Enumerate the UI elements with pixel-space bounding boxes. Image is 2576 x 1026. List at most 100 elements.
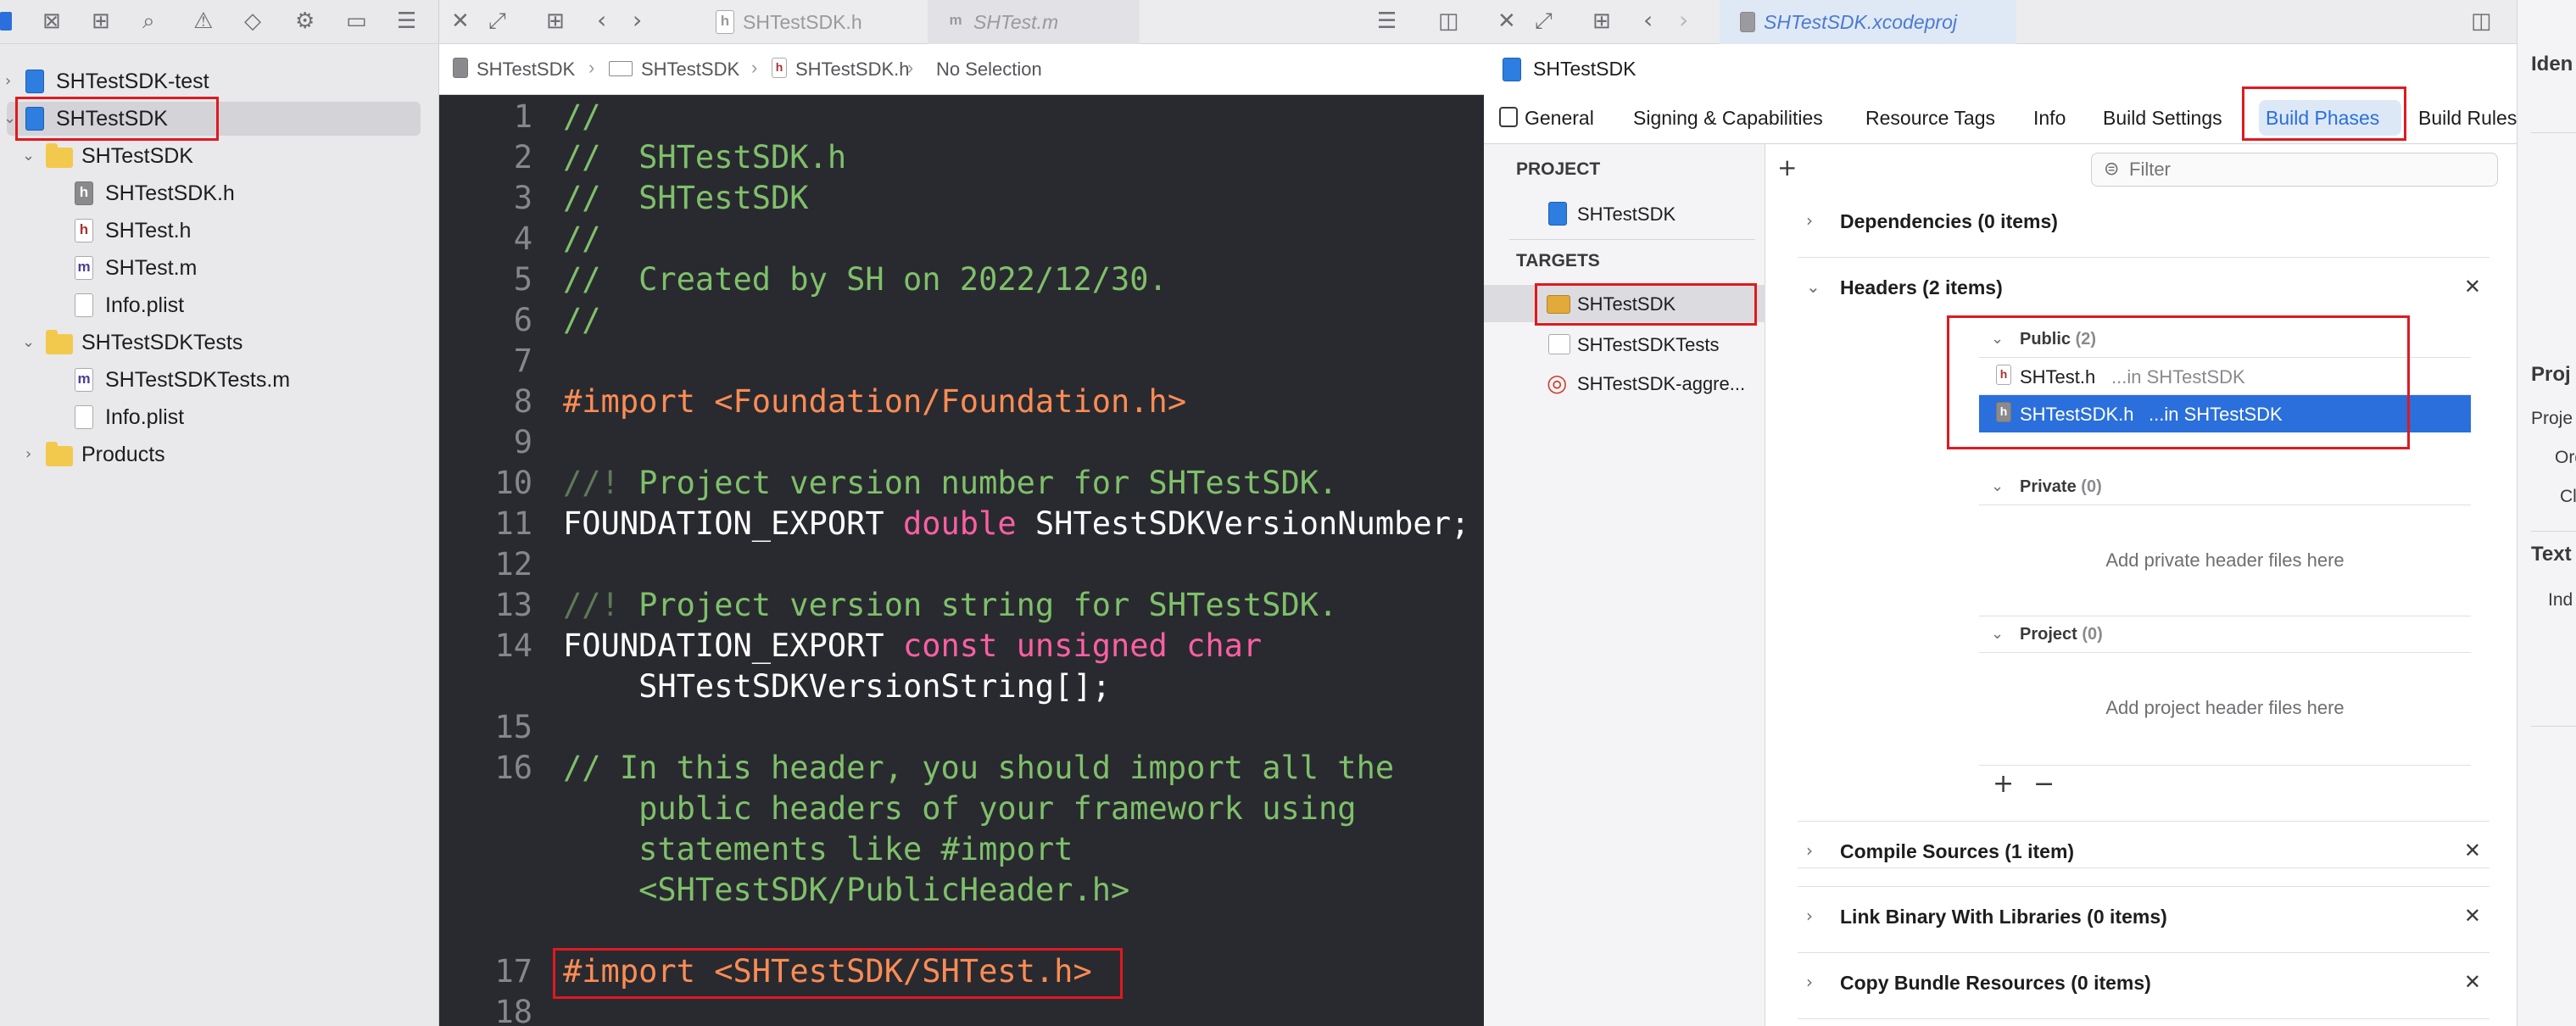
chevron-left-icon[interactable]: ‹ [597,8,606,32]
filter-field[interactable]: ⊜ [2091,153,2498,187]
tab-signing[interactable]: Signing & Capabilities [1633,92,1823,144]
jump-bar-item[interactable]: SHTestSDK.h [795,59,910,81]
code-line: <SHTestSDK/PublicHeader.h> [563,872,1130,908]
chevron-down-icon[interactable]: ⌄ [1806,276,1820,297]
tab-general[interactable]: General [1525,92,1594,144]
split-editor-icon[interactable]: ◫ [2471,10,2492,32]
tab-shtestsdk-h[interactable]: h SHTestSDK.h [716,0,928,44]
source-control-icon[interactable]: ⊠ [42,10,61,32]
search-icon[interactable]: ⌕ [142,10,155,32]
tab-info[interactable]: Info [2033,92,2066,144]
editor-tab-bar: ✕ ⤢ ⊞ ‹ › h SHTestSDK.h m SHTest.m ☰ ◫ [439,0,1484,44]
chevron-down-icon[interactable]: ⌄ [1991,477,2004,495]
phase-compile-sources[interactable]: › Compile Sources (1 item) ✕ [1798,821,2490,887]
add-phase-icon[interactable]: + [1777,156,1797,180]
chevron-down-icon[interactable]: ⌄ [3,109,16,127]
grid-icon[interactable]: ⊞ [1592,10,1611,32]
source-editor[interactable]: 1 2 3 4 5 6 7 8 9 10 11 12 13 14 15 16 1… [439,95,1484,1026]
tree-row-file[interactable]: m SHTest.m [0,251,439,285]
target-item[interactable]: SHTestSDK-aggre... [1577,373,1745,395]
code-token: FOUNDATION_EXPORT [563,627,903,664]
project-icon [1503,58,1521,81]
target-list: PROJECT SHTestSDK TARGETS SHTestSDK SHTe… [1484,144,1765,1026]
inspector-panel: Iden Proj Proje Org Cl Text Ind [2517,0,2576,1026]
tree-row-file[interactable]: Info.plist [0,400,439,434]
split-editor-icon[interactable]: ◫ [1438,10,1459,32]
tab-xcodeproj[interactable]: SHTestSDK.xcodeproj [1720,0,2016,44]
chevron-right-icon[interactable]: › [5,72,11,90]
remove-icon[interactable]: − [2033,772,2055,797]
phase-copy-bundle[interactable]: › Copy Bundle Resources (0 items) ✕ [1798,953,2490,1019]
inspector-label: Ind [2548,590,2573,610]
warning-icon[interactable]: ⚠ [193,10,213,32]
highlight-box [1947,315,2410,449]
chevron-down-icon[interactable]: ⌄ [22,147,35,164]
close-icon[interactable]: ✕ [1497,10,1516,32]
tab-label: SHTest.m [973,10,1059,33]
breakpoint-icon[interactable]: ▭ [346,10,367,32]
phase-link-binary[interactable]: › Link Binary With Libraries (0 items) ✕ [1798,887,2490,953]
code-token: <Foundation/Foundation.h> [694,383,1187,420]
chevron-down-icon[interactable]: ⌄ [22,333,35,351]
test-navigator-icon[interactable]: ◇ [244,10,261,32]
chevron-right-icon[interactable]: › [1806,972,1813,992]
tab-label: SHTestSDK.xcodeproj [1764,10,1957,33]
section-name: Project [2020,625,2077,644]
code-line: //! Project version string for SHTestSDK… [563,587,1337,623]
jump-bar-item[interactable]: No Selection [936,59,1042,81]
tree-item-label: SHTestSDK [81,144,193,168]
code-line: statements like #import [563,831,1073,867]
grid-icon[interactable]: ⊞ [546,10,565,32]
chevron-down-icon[interactable]: ⌄ [1991,625,2004,643]
debug-navigator-icon[interactable]: ⚙ [295,10,315,32]
tree-row-file[interactable]: Info.plist [0,288,439,322]
report-navigator-icon[interactable]: ☰ [397,10,416,32]
symbol-navigator-icon[interactable]: ⊞ [92,10,110,32]
line-number: 14 [494,627,532,664]
add-icon[interactable]: + [1993,772,2014,797]
test-bundle-icon [1548,334,1570,354]
remove-phase-icon[interactable]: ✕ [2464,904,2481,928]
code-line: // In this header, you should import all… [563,750,1395,786]
jump-bar-item[interactable]: SHTestSDK [641,59,739,81]
code-line: // SHTestSDK [563,180,809,216]
divider [2531,531,2576,532]
tree-row-file[interactable]: h SHTest.h [0,214,439,248]
chevron-left-icon[interactable]: ‹ [1643,8,1653,32]
chevron-right-icon[interactable]: › [25,445,31,463]
tree-row-group[interactable]: ⌄ SHTestSDK [0,139,439,173]
filter-input[interactable] [2129,159,2485,181]
chevron-right-icon[interactable]: › [1806,840,1813,861]
tree-item-label: Info.plist [105,293,185,317]
tree-row-file[interactable]: h SHTestSDK.h [0,176,439,210]
tree-row-group[interactable]: ⌄ SHTestSDKTests [0,326,439,360]
chevron-right-icon[interactable]: › [633,8,642,32]
remove-phase-icon[interactable]: ✕ [2464,839,2481,862]
jump-bar-item[interactable]: SHTestSDK [477,59,575,81]
chevron-right-icon[interactable]: › [1806,210,1813,231]
inspector-label: Proje [2531,409,2573,428]
project-navigator: ⊠ ⊞ ⌕ ⚠ ◇ ⚙ ▭ ☰ › SHTestSDK-test ⌄ SHTes… [0,0,439,1026]
folder-navigator-icon[interactable] [0,12,12,31]
tab-shtest-m[interactable]: m SHTest.m [928,0,1140,44]
tab-build-settings[interactable]: Build Settings [2103,92,2222,144]
tree-row-workspace[interactable]: › SHTestSDK-test [0,64,439,98]
remove-phase-icon[interactable]: ✕ [2464,970,2481,994]
tab-resource-tags[interactable]: Resource Tags [1865,92,1995,144]
tree-row-group[interactable]: › Products [0,438,439,471]
remove-phase-icon[interactable]: ✕ [2464,275,2481,298]
close-icon[interactable]: ✕ [451,10,470,32]
target-item[interactable]: SHTestSDKTests [1577,334,1720,356]
editor-options-icon[interactable]: ☰ [1377,10,1397,32]
sidebar-toggle-icon[interactable] [1499,107,1518,127]
project-item[interactable]: SHTestSDK [1577,204,1676,226]
phase-dependencies[interactable]: › Dependencies (0 items) [1798,192,2490,258]
tab-build-rules[interactable]: Build Rules [2418,92,2517,144]
chevron-right-icon[interactable]: › [1806,906,1813,926]
headers-project-section[interactable]: ⌄ Project (0) [1979,616,2471,653]
headers-private-section[interactable]: ⌄ Private (0) [1979,468,2471,505]
tree-row-file[interactable]: m SHTestSDKTests.m [0,363,439,397]
expand-icon[interactable]: ⤢ [1535,10,1553,32]
expand-icon[interactable]: ⤢ [488,10,506,32]
chevron-right-icon[interactable]: › [1679,8,1688,32]
